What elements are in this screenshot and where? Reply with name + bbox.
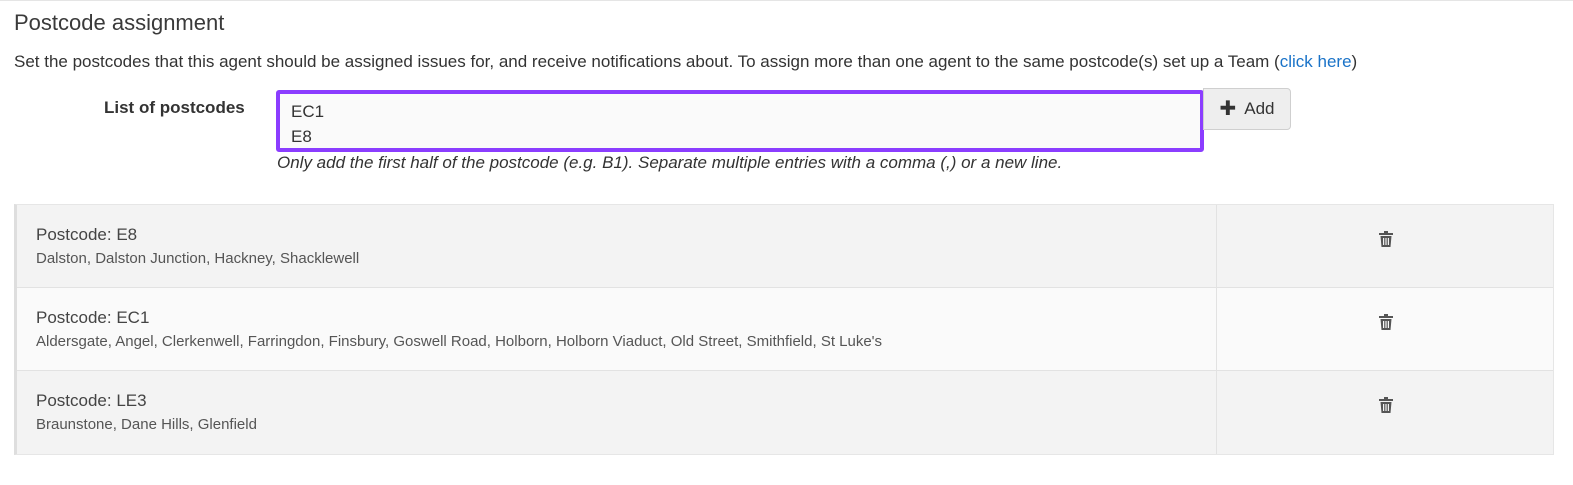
list-item-content: Postcode: E8 Dalston, Dalston Junction, … xyxy=(17,205,1217,287)
trash-icon[interactable] xyxy=(1379,314,1393,330)
list-item: Postcode: E8 Dalston, Dalston Junction, … xyxy=(17,205,1553,288)
add-button[interactable]: ✚ Add xyxy=(1203,88,1291,130)
help-text: Only add the first half of the postcode … xyxy=(277,153,1063,172)
plus-icon: ✚ xyxy=(1219,98,1237,120)
postcode-list: Postcode: E8 Dalston, Dalston Junction, … xyxy=(14,204,1554,455)
postcodes-input[interactable] xyxy=(276,90,1204,152)
postcode-title: Postcode: E8 xyxy=(36,225,138,244)
list-item: Postcode: LE3 Braunstone, Dane Hills, Gl… xyxy=(17,371,1553,454)
intro-text-close: ) xyxy=(1351,52,1358,71)
add-button-label: Add xyxy=(1244,99,1275,118)
list-item: Postcode: EC1 Aldersgate, Angel, Clerken… xyxy=(17,288,1553,371)
postcode-title: Postcode: LE3 xyxy=(36,391,147,410)
list-item-actions xyxy=(1217,288,1553,370)
top-divider xyxy=(0,0,1573,1)
list-item-content: Postcode: EC1 Aldersgate, Angel, Clerken… xyxy=(17,288,1217,370)
list-item-content: Postcode: LE3 Braunstone, Dane Hills, Gl… xyxy=(17,371,1217,454)
postcode-areas: Aldersgate, Angel, Clerkenwell, Farringd… xyxy=(36,333,883,350)
postcode-areas: Dalston, Dalston Junction, Hackney, Shac… xyxy=(36,250,360,267)
postcode-title: Postcode: EC1 xyxy=(36,308,150,327)
intro-text-body: Set the postcodes that this agent should… xyxy=(14,52,1280,71)
team-link[interactable]: click here xyxy=(1280,52,1352,71)
postcode-areas: Braunstone, Dane Hills, Glenfield xyxy=(36,416,257,433)
trash-icon[interactable] xyxy=(1379,231,1393,247)
trash-icon[interactable] xyxy=(1379,397,1393,413)
postcodes-label: List of postcodes xyxy=(104,98,245,117)
list-item-actions xyxy=(1217,205,1553,287)
page-title: Postcode assignment xyxy=(14,10,225,35)
intro-text: Set the postcodes that this agent should… xyxy=(14,52,1357,72)
list-item-actions xyxy=(1217,371,1553,454)
